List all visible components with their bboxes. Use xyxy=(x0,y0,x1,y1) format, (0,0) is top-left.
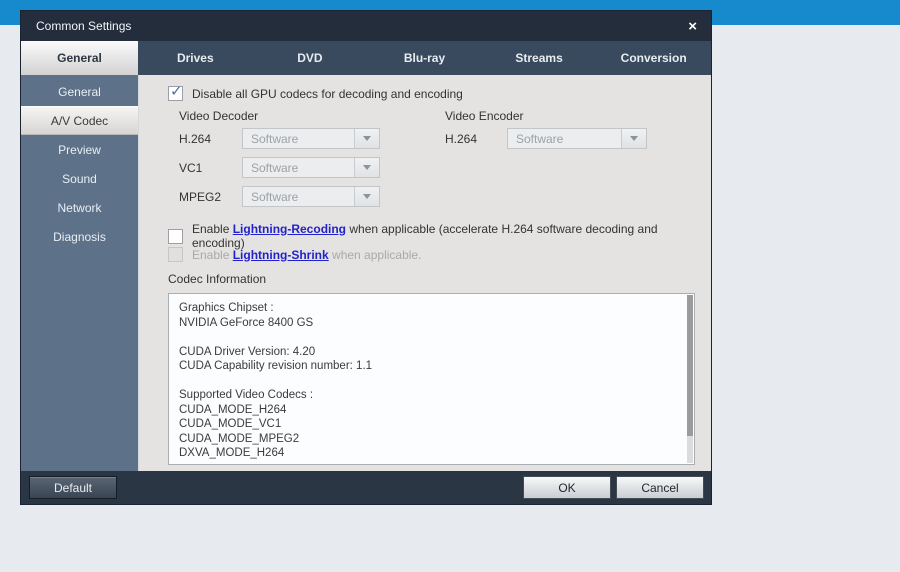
scrollbar[interactable] xyxy=(687,295,693,463)
lightning-shrink-row: Enable Lightning-Shrink when applicable. xyxy=(168,247,421,262)
sidebar-item-a-v-codec[interactable]: A/V Codec xyxy=(21,106,138,135)
dialog-title: Common Settings xyxy=(36,19,131,33)
decoder-mpeg2-value: Software xyxy=(243,190,354,204)
decoder-vc1-value: Software xyxy=(243,161,354,175)
video-decoder-title: Video Decoder xyxy=(179,109,258,123)
lightning-shrink-checkbox xyxy=(168,247,183,262)
lightning-recoding-label: Enable Lightning-Recoding when applicabl… xyxy=(192,222,711,250)
top-tab-bar: General DrivesDVDBlu-rayStreamsConversio… xyxy=(21,41,711,75)
lightning-shrink-label: Enable Lightning-Shrink when applicable. xyxy=(192,248,421,262)
codec-information-text: Graphics Chipset : NVIDIA GeForce 8400 G… xyxy=(169,294,694,461)
lightning-recoding-row: Enable Lightning-Recoding when applicabl… xyxy=(168,222,711,250)
sidebar: GeneralA/V CodecPreviewSoundNetworkDiagn… xyxy=(21,75,138,471)
sidebar-item-preview[interactable]: Preview xyxy=(21,135,138,164)
recoding-label-prefix: Enable xyxy=(192,222,233,236)
decoder-row-mpeg2: MPEG2 Software xyxy=(139,186,711,207)
decoder-row-vc1: VC1 Software xyxy=(139,157,711,178)
shrink-label-prefix: Enable xyxy=(192,248,233,262)
codec-information-label: Codec Information xyxy=(168,272,266,286)
chevron-down-icon xyxy=(630,136,638,141)
dialog-body: GeneralA/V CodecPreviewSoundNetworkDiagn… xyxy=(21,75,711,471)
close-icon[interactable]: × xyxy=(688,19,697,34)
gpu-codecs-checkbox-row: ✓ Disable all GPU codecs for decoding an… xyxy=(168,86,463,101)
tab-conversion[interactable]: Conversion xyxy=(596,41,711,75)
ok-button[interactable]: OK xyxy=(523,476,611,499)
chevron-down-icon xyxy=(363,194,371,199)
dropdown-arrow-button[interactable] xyxy=(354,158,379,177)
tab-strip: DrivesDVDBlu-rayStreamsConversion xyxy=(138,41,711,75)
sidebar-item-sound[interactable]: Sound xyxy=(21,164,138,193)
decoder-mpeg2-dropdown[interactable]: Software xyxy=(242,186,380,207)
default-button[interactable]: Default xyxy=(29,476,117,499)
tab-general[interactable]: General xyxy=(21,41,138,75)
shrink-label-suffix: when applicable. xyxy=(329,248,422,262)
encoder-row: H.264 Software xyxy=(139,128,711,149)
sidebar-item-diagnosis[interactable]: Diagnosis xyxy=(21,222,138,251)
content-panel: ✓ Disable all GPU codecs for decoding an… xyxy=(138,75,711,471)
dialog-footer: Default OK Cancel xyxy=(21,471,711,504)
chevron-down-icon xyxy=(363,165,371,170)
decoder-codec-label: MPEG2 xyxy=(179,190,221,204)
sidebar-item-general[interactable]: General xyxy=(21,77,138,106)
gpu-codecs-checkbox-label: Disable all GPU codecs for decoding and … xyxy=(192,87,463,101)
tab-dvd[interactable]: DVD xyxy=(253,41,368,75)
tab-streams[interactable]: Streams xyxy=(482,41,597,75)
dropdown-arrow-button[interactable] xyxy=(354,187,379,206)
decoder-codec-label: VC1 xyxy=(179,161,202,175)
encoder-codec-label: H.264 xyxy=(445,132,477,146)
tab-blu-ray[interactable]: Blu-ray xyxy=(367,41,482,75)
cancel-button[interactable]: Cancel xyxy=(616,476,704,499)
encoder-h264-dropdown[interactable]: Software xyxy=(507,128,647,149)
gpu-codecs-checkbox[interactable]: ✓ xyxy=(168,86,183,101)
scrollbar-thumb[interactable] xyxy=(687,295,693,436)
codec-information-box[interactable]: Graphics Chipset : NVIDIA GeForce 8400 G… xyxy=(168,293,695,465)
decoder-vc1-dropdown[interactable]: Software xyxy=(242,157,380,178)
common-settings-dialog: Common Settings × General DrivesDVDBlu-r… xyxy=(20,10,712,505)
lightning-recoding-checkbox[interactable] xyxy=(168,229,183,244)
tab-drives[interactable]: Drives xyxy=(138,41,253,75)
sidebar-item-network[interactable]: Network xyxy=(21,193,138,222)
encoder-h264-value: Software xyxy=(508,132,621,146)
lightning-shrink-link[interactable]: Lightning-Shrink xyxy=(233,248,329,262)
lightning-recoding-link[interactable]: Lightning-Recoding xyxy=(233,222,346,236)
video-encoder-title: Video Encoder xyxy=(445,109,524,123)
dialog-titlebar: Common Settings × xyxy=(21,11,711,41)
checkmark-icon: ✓ xyxy=(170,82,183,100)
dropdown-arrow-button[interactable] xyxy=(621,129,646,148)
